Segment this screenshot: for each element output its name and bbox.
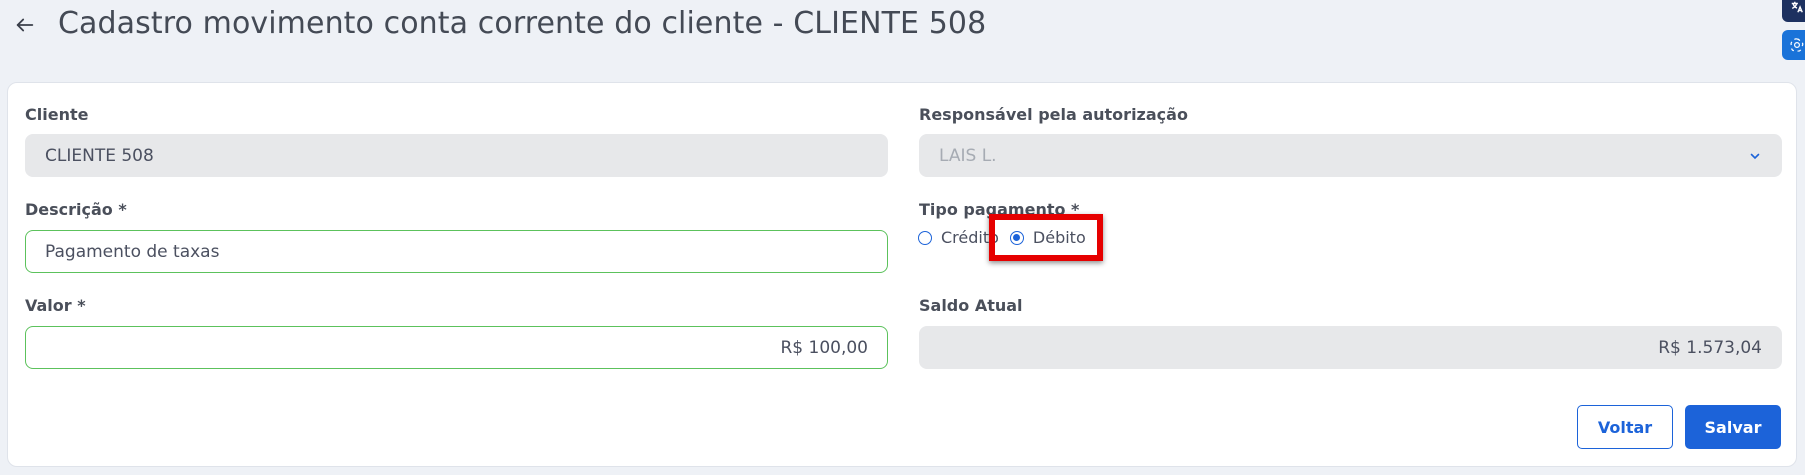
cliente-field: CLIENTE 508 xyxy=(25,134,888,177)
valor-label: Valor * xyxy=(25,296,86,315)
page-title: Cadastro movimento conta corrente do cli… xyxy=(58,6,987,41)
arrow-left-icon[interactable] xyxy=(10,10,40,40)
radio-selected-dot xyxy=(1013,234,1021,241)
voltar-button[interactable]: Voltar xyxy=(1577,405,1673,449)
chevron-down-icon[interactable] xyxy=(1748,149,1762,163)
radio-debito-label: Débito xyxy=(1032,228,1086,247)
page: Cadastro movimento conta corrente do cli… xyxy=(0,0,1805,475)
radio-debito-circle[interactable] xyxy=(1009,230,1024,245)
saldo-field: R$ 1.573,04 xyxy=(919,326,1782,369)
responsavel-value: LAIS L. xyxy=(939,145,997,166)
saldo-label: Saldo Atual xyxy=(919,296,1023,315)
radio-credito-circle[interactable] xyxy=(918,230,932,245)
radio-credito-label: Crédito xyxy=(941,228,999,247)
responsavel-select[interactable]: LAIS L. xyxy=(919,134,1782,177)
descricao-field[interactable]: Pagamento de taxas xyxy=(25,230,888,273)
radio-debito[interactable]: Débito xyxy=(1009,228,1086,247)
valor-field[interactable]: R$ 100,00 xyxy=(25,326,888,369)
tipo-pagamento-label: Tipo pagamento * xyxy=(919,200,1080,219)
translate-icon[interactable] xyxy=(1782,0,1805,22)
tipo-pagamento-radio-group: Crédito Débito xyxy=(918,228,1086,247)
descricao-label: Descrição * xyxy=(25,200,127,219)
cliente-label: Cliente xyxy=(25,105,89,124)
radio-credito[interactable]: Crédito xyxy=(918,228,999,247)
responsavel-label: Responsável pela autorização xyxy=(919,105,1188,124)
salvar-button[interactable]: Salvar xyxy=(1685,405,1781,449)
form-card: Cliente CLIENTE 508 Descrição * Pagament… xyxy=(7,82,1797,467)
chatgpt-icon[interactable] xyxy=(1782,30,1805,60)
